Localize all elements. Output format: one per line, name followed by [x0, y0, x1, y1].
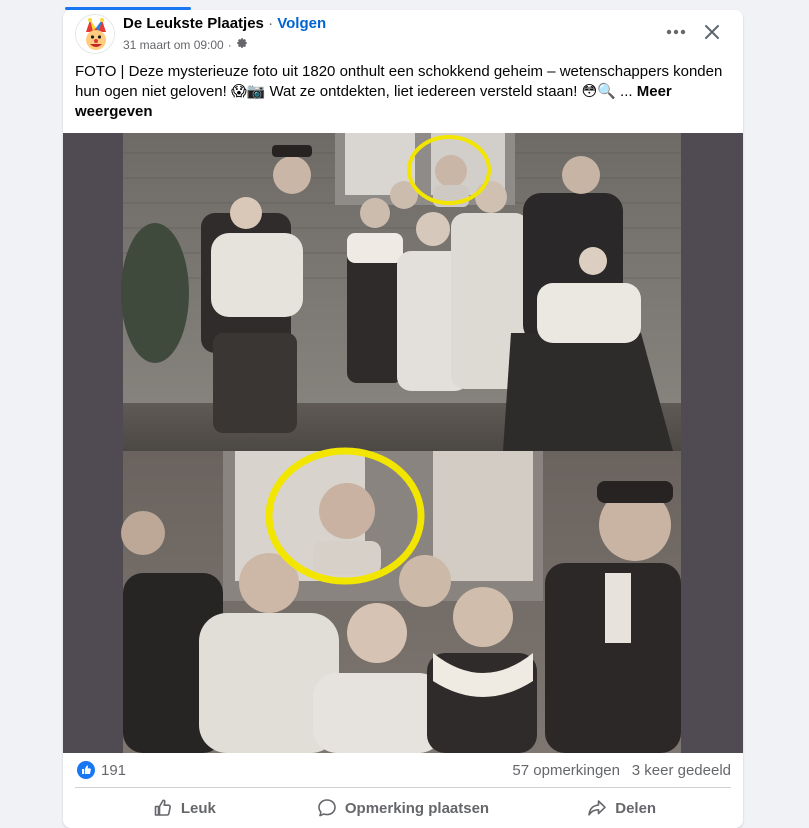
share-count[interactable]: 3 keer gedeeld	[632, 762, 731, 779]
action-bar: Leuk Opmerking plaatsen Delen	[75, 791, 731, 825]
like-reaction-icon[interactable]	[77, 761, 95, 779]
post-card: De Leukste Plaatjes · Volgen 31 maart om…	[63, 10, 743, 828]
page-name-link[interactable]: De Leukste Plaatjes	[123, 15, 264, 32]
meta-separator: ·	[227, 37, 232, 52]
post-body-text: FOTO | Deze mysterieuze foto uit 1820 on…	[75, 63, 723, 100]
close-icon	[705, 25, 719, 39]
post-header: De Leukste Plaatjes · Volgen 31 maart om…	[63, 10, 743, 60]
more-horizontal-icon	[666, 29, 686, 35]
comment-icon	[318, 799, 336, 817]
reactions-bar: 191 57 opmerkingen 3 keer gedeeld	[63, 753, 743, 785]
like-button[interactable]: Leuk	[75, 791, 294, 825]
post-timestamp[interactable]: 31 maart om 09:00	[123, 38, 224, 52]
collage-photo	[121, 133, 681, 753]
bottom-photo-panel	[121, 447, 681, 753]
name-separator: ·	[268, 15, 274, 32]
top-photo-panel	[121, 133, 681, 451]
page-avatar[interactable]	[75, 14, 115, 54]
post-text: FOTO | Deze mysterieuze foto uit 1820 on…	[75, 62, 725, 122]
thumbs-up-icon	[154, 799, 171, 816]
comment-count[interactable]: 57 opmerkingen	[512, 762, 620, 779]
share-button-label: Delen	[615, 799, 657, 817]
close-button[interactable]	[696, 18, 728, 46]
comment-button[interactable]: Opmerking plaatsen	[294, 791, 513, 825]
share-icon	[588, 800, 607, 816]
share-button[interactable]: Delen	[512, 791, 731, 825]
like-button-label: Leuk	[180, 799, 216, 817]
like-count[interactable]: 191	[101, 762, 126, 779]
follow-button[interactable]: Volgen	[277, 15, 326, 32]
post-meta: 31 maart om 09:00 ·	[123, 37, 248, 52]
page-name-line: De Leukste Plaatjes · Volgen	[123, 15, 326, 32]
more-options-button[interactable]	[660, 18, 692, 46]
actions-divider	[75, 787, 731, 788]
gear-icon[interactable]	[236, 37, 248, 52]
jester-logo-icon	[76, 15, 114, 53]
post-image[interactable]	[63, 133, 743, 753]
comment-button-label: Opmerking plaatsen	[344, 799, 490, 817]
